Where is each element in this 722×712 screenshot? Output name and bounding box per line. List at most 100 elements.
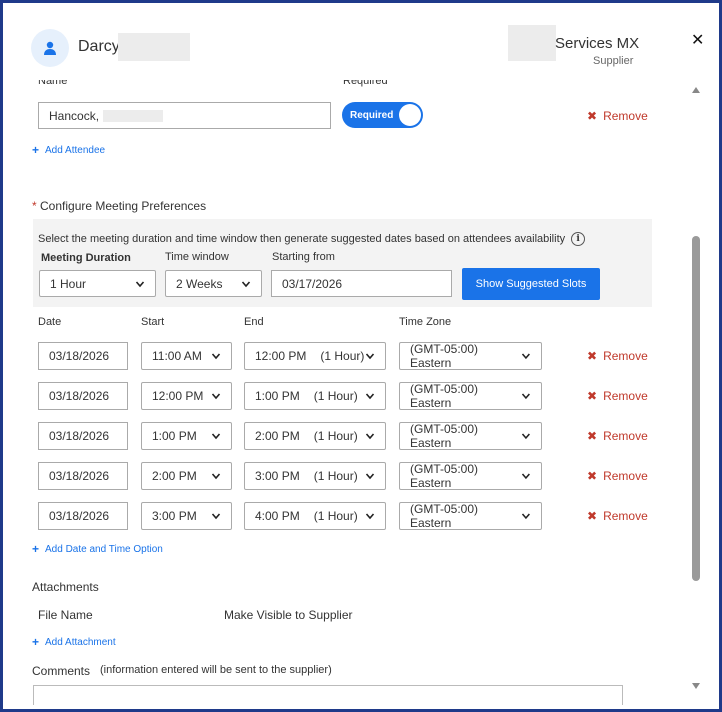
slot-timezone-select[interactable]: (GMT-05:00) Eastern bbox=[399, 462, 542, 490]
remove-label: Remove bbox=[603, 429, 648, 443]
remove-slot-button[interactable]: ✖ Remove bbox=[587, 389, 648, 403]
chevron-down-icon bbox=[365, 433, 375, 440]
slot-date-input[interactable]: 03/18/2026 bbox=[38, 462, 128, 490]
comments-title: Comments (information entered will be se… bbox=[32, 664, 332, 678]
chevron-down-icon bbox=[135, 280, 145, 287]
dialog-header: Darcy Services MX Supplier ✕ bbox=[3, 3, 719, 77]
slot-timezone-value: (GMT-05:00) Eastern bbox=[410, 382, 479, 410]
remove-label: Remove bbox=[603, 509, 648, 523]
start-label: Starting from bbox=[272, 251, 335, 263]
window-value: 2 Weeks bbox=[176, 276, 223, 291]
chevron-down-icon bbox=[211, 513, 221, 520]
chevron-down-icon bbox=[522, 513, 531, 520]
slot-date-input[interactable]: 03/18/2026 bbox=[38, 422, 128, 450]
chevron-down-icon bbox=[522, 433, 531, 440]
plus-icon: + bbox=[32, 542, 40, 556]
chevron-down-icon bbox=[365, 473, 375, 480]
show-suggested-slots-button[interactable]: Show Suggested Slots bbox=[462, 268, 600, 300]
remove-slot-button[interactable]: ✖ Remove bbox=[587, 509, 648, 523]
comments-textarea[interactable] bbox=[33, 685, 623, 705]
date-header: Date bbox=[38, 316, 62, 328]
remove-x-icon: ✖ bbox=[587, 509, 598, 523]
slot-duration-value: (1 Hour) bbox=[313, 469, 358, 483]
redacted-name bbox=[118, 33, 190, 61]
close-icon[interactable]: ✕ bbox=[691, 30, 704, 50]
window-label: Time window bbox=[165, 251, 229, 263]
scroll-up-arrow[interactable] bbox=[692, 87, 700, 93]
duration-label: Meeting Duration bbox=[41, 252, 131, 264]
slot-end-select[interactable]: 1:00 PM (1 Hour) bbox=[244, 382, 386, 410]
slot-end-text: 2:00 PM (1 Hour) bbox=[255, 429, 358, 443]
end-header: End bbox=[244, 316, 264, 328]
slot-start-value: 1:00 PM bbox=[152, 429, 197, 443]
slot-start-select[interactable]: 11:00 AM bbox=[141, 342, 232, 370]
start-header: Start bbox=[141, 316, 165, 328]
slot-end-value: 2:00 PM bbox=[255, 429, 300, 443]
remove-label: Remove bbox=[603, 349, 648, 363]
slot-start-select[interactable]: 1:00 PM bbox=[141, 422, 232, 450]
comments-note: (information entered will be sent to the… bbox=[100, 664, 332, 676]
slot-date-input[interactable]: 03/18/2026 bbox=[38, 382, 128, 410]
remove-attendee-button[interactable]: ✖ Remove bbox=[587, 109, 648, 123]
chevron-down-icon bbox=[211, 473, 221, 480]
file-name-header: File Name bbox=[38, 608, 93, 622]
add-attachment-label: Add Attachment bbox=[45, 636, 116, 648]
chevron-down-icon bbox=[211, 433, 221, 440]
remove-x-icon: ✖ bbox=[587, 349, 598, 363]
remove-x-icon: ✖ bbox=[587, 469, 598, 483]
slot-end-value: 3:00 PM bbox=[255, 469, 300, 483]
supplier-role: Supplier bbox=[593, 55, 634, 67]
slot-start-value: 2:00 PM bbox=[152, 469, 197, 483]
chevron-down-icon bbox=[522, 353, 531, 360]
slot-duration-value: (1 Hour) bbox=[320, 349, 365, 363]
slot-end-value: 1:00 PM bbox=[255, 389, 300, 403]
slot-date-value: 03/18/2026 bbox=[49, 429, 110, 443]
slot-timezone-select[interactable]: (GMT-05:00) Eastern bbox=[399, 422, 542, 450]
duration-select[interactable]: 1 Hour bbox=[39, 270, 156, 297]
start-date-input[interactable]: 03/17/2026 bbox=[271, 270, 452, 297]
attendee-name-field[interactable]: Hancock, bbox=[38, 102, 331, 129]
redacted-attendee bbox=[103, 109, 164, 122]
slot-timezone-select[interactable]: (GMT-05:00) Eastern bbox=[399, 382, 542, 410]
remove-x-icon: ✖ bbox=[587, 389, 598, 403]
preferences-description: Select the meeting duration and time win… bbox=[38, 232, 586, 246]
preferences-description-text: Select the meeting duration and time win… bbox=[38, 233, 566, 245]
slot-start-value: 3:00 PM bbox=[152, 509, 197, 523]
window-select[interactable]: 2 Weeks bbox=[165, 270, 262, 297]
slot-end-select[interactable]: 2:00 PM (1 Hour) bbox=[244, 422, 386, 450]
slot-end-select[interactable]: 3:00 PM (1 Hour) bbox=[244, 462, 386, 490]
chevron-down-icon bbox=[211, 353, 221, 360]
slot-end-text: 3:00 PM (1 Hour) bbox=[255, 469, 358, 483]
scroll-down-arrow[interactable] bbox=[692, 683, 700, 689]
slot-timezone-select[interactable]: (GMT-05:00) Eastern bbox=[399, 342, 542, 370]
slot-timezone-value: (GMT-05:00) Eastern bbox=[410, 422, 479, 450]
slot-start-select[interactable]: 2:00 PM bbox=[141, 462, 232, 490]
slot-end-select[interactable]: 12:00 PM (1 Hour) bbox=[244, 342, 386, 370]
add-date-time-label: Add Date and Time Option bbox=[45, 543, 163, 555]
remove-slot-button[interactable]: ✖ Remove bbox=[587, 469, 648, 483]
scrollbar-thumb[interactable] bbox=[692, 236, 700, 581]
contact-name: Darcy bbox=[78, 38, 120, 55]
add-attendee-link[interactable]: + Add Attendee bbox=[32, 143, 105, 157]
info-icon[interactable]: i bbox=[571, 232, 586, 246]
slot-end-value: 4:00 PM bbox=[255, 509, 300, 523]
slot-date-input[interactable]: 03/18/2026 bbox=[38, 502, 128, 530]
add-date-time-option-link[interactable]: + Add Date and Time Option bbox=[32, 542, 163, 556]
supplier-name: Services MX bbox=[555, 35, 640, 52]
slot-end-select[interactable]: 4:00 PM (1 Hour) bbox=[244, 502, 386, 530]
slot-timezone-select[interactable]: (GMT-05:00) Eastern bbox=[399, 502, 542, 530]
remove-x-icon: ✖ bbox=[587, 109, 598, 123]
chevron-down-icon bbox=[365, 393, 375, 400]
slot-start-select[interactable]: 12:00 PM bbox=[141, 382, 232, 410]
add-attachment-link[interactable]: + Add Attachment bbox=[32, 635, 116, 649]
remove-slot-button[interactable]: ✖ Remove bbox=[587, 429, 648, 443]
slot-duration-value: (1 Hour) bbox=[313, 429, 358, 443]
chevron-down-icon bbox=[211, 393, 221, 400]
preferences-title: * Configure Meeting Preferences bbox=[32, 199, 206, 213]
remove-slot-button[interactable]: ✖ Remove bbox=[587, 349, 648, 363]
remove-label: Remove bbox=[603, 109, 648, 123]
chevron-down-icon bbox=[365, 513, 375, 520]
slot-start-select[interactable]: 3:00 PM bbox=[141, 502, 232, 530]
slot-date-input[interactable]: 03/18/2026 bbox=[38, 342, 128, 370]
required-toggle[interactable]: Required bbox=[342, 102, 423, 128]
